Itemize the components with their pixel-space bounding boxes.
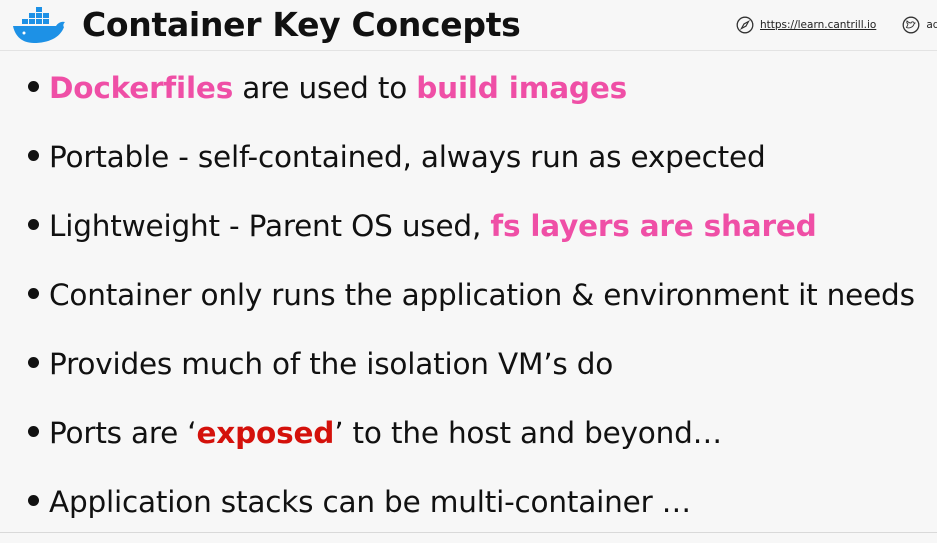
bullet-dot-icon bbox=[28, 219, 39, 230]
bullet-item: Container only runs the application & en… bbox=[24, 267, 915, 336]
bullet-item: Portable - self-contained, always run as… bbox=[24, 129, 915, 198]
highlight-text: fs layers are shared bbox=[490, 209, 817, 243]
compass-icon bbox=[736, 16, 754, 34]
bullet-text: Application stacks can be multi-containe… bbox=[49, 485, 691, 519]
bullet-dot-icon bbox=[28, 288, 39, 299]
bullet-dot-icon bbox=[28, 495, 39, 506]
bullet-item: Provides much of the isolation VM’s do bbox=[24, 336, 915, 405]
header-links: https://learn.cantrill.io adria bbox=[736, 15, 937, 35]
bullet-dot-icon bbox=[28, 426, 39, 437]
bullet-item: Ports are ‘exposed’ to the host and beyo… bbox=[24, 405, 915, 474]
bullet-item: Lightweight - Parent OS used, fs layers … bbox=[24, 198, 915, 267]
docker-whale-icon bbox=[13, 7, 65, 43]
bullet-text: Ports are ‘ bbox=[49, 416, 197, 450]
bullet-item: Dockerfiles are used to build images bbox=[24, 60, 915, 129]
bullet-text: are used to bbox=[233, 71, 417, 105]
bullet-dot-icon bbox=[28, 150, 39, 161]
slide-header: Container Key Concepts https://learn.can… bbox=[0, 0, 937, 50]
bullet-dot-icon bbox=[28, 357, 39, 368]
bullet-text: Provides much of the isolation VM’s do bbox=[49, 347, 614, 381]
bullet-text: Container only runs the application & en… bbox=[49, 278, 915, 312]
bullet-text: ’ to the host and beyond… bbox=[334, 416, 722, 450]
highlight-text: Dockerfiles bbox=[49, 71, 234, 105]
bullet-text: Lightweight - Parent OS used, bbox=[49, 209, 491, 243]
header-divider bbox=[0, 50, 937, 51]
bullet-text: Portable - self-contained, always run as… bbox=[49, 140, 766, 174]
footer-divider bbox=[0, 532, 937, 533]
bullet-dot-icon bbox=[28, 81, 39, 92]
bullet-list: Dockerfiles are used to build images Port… bbox=[24, 60, 915, 543]
highlight-text: build images bbox=[416, 71, 628, 105]
highlight-text: exposed bbox=[196, 416, 335, 450]
website-link[interactable]: https://learn.cantrill.io bbox=[760, 19, 876, 31]
social-handle[interactable]: adria bbox=[926, 19, 937, 31]
twitter-bird-icon bbox=[902, 16, 920, 34]
page-title: Container Key Concepts bbox=[82, 5, 521, 44]
